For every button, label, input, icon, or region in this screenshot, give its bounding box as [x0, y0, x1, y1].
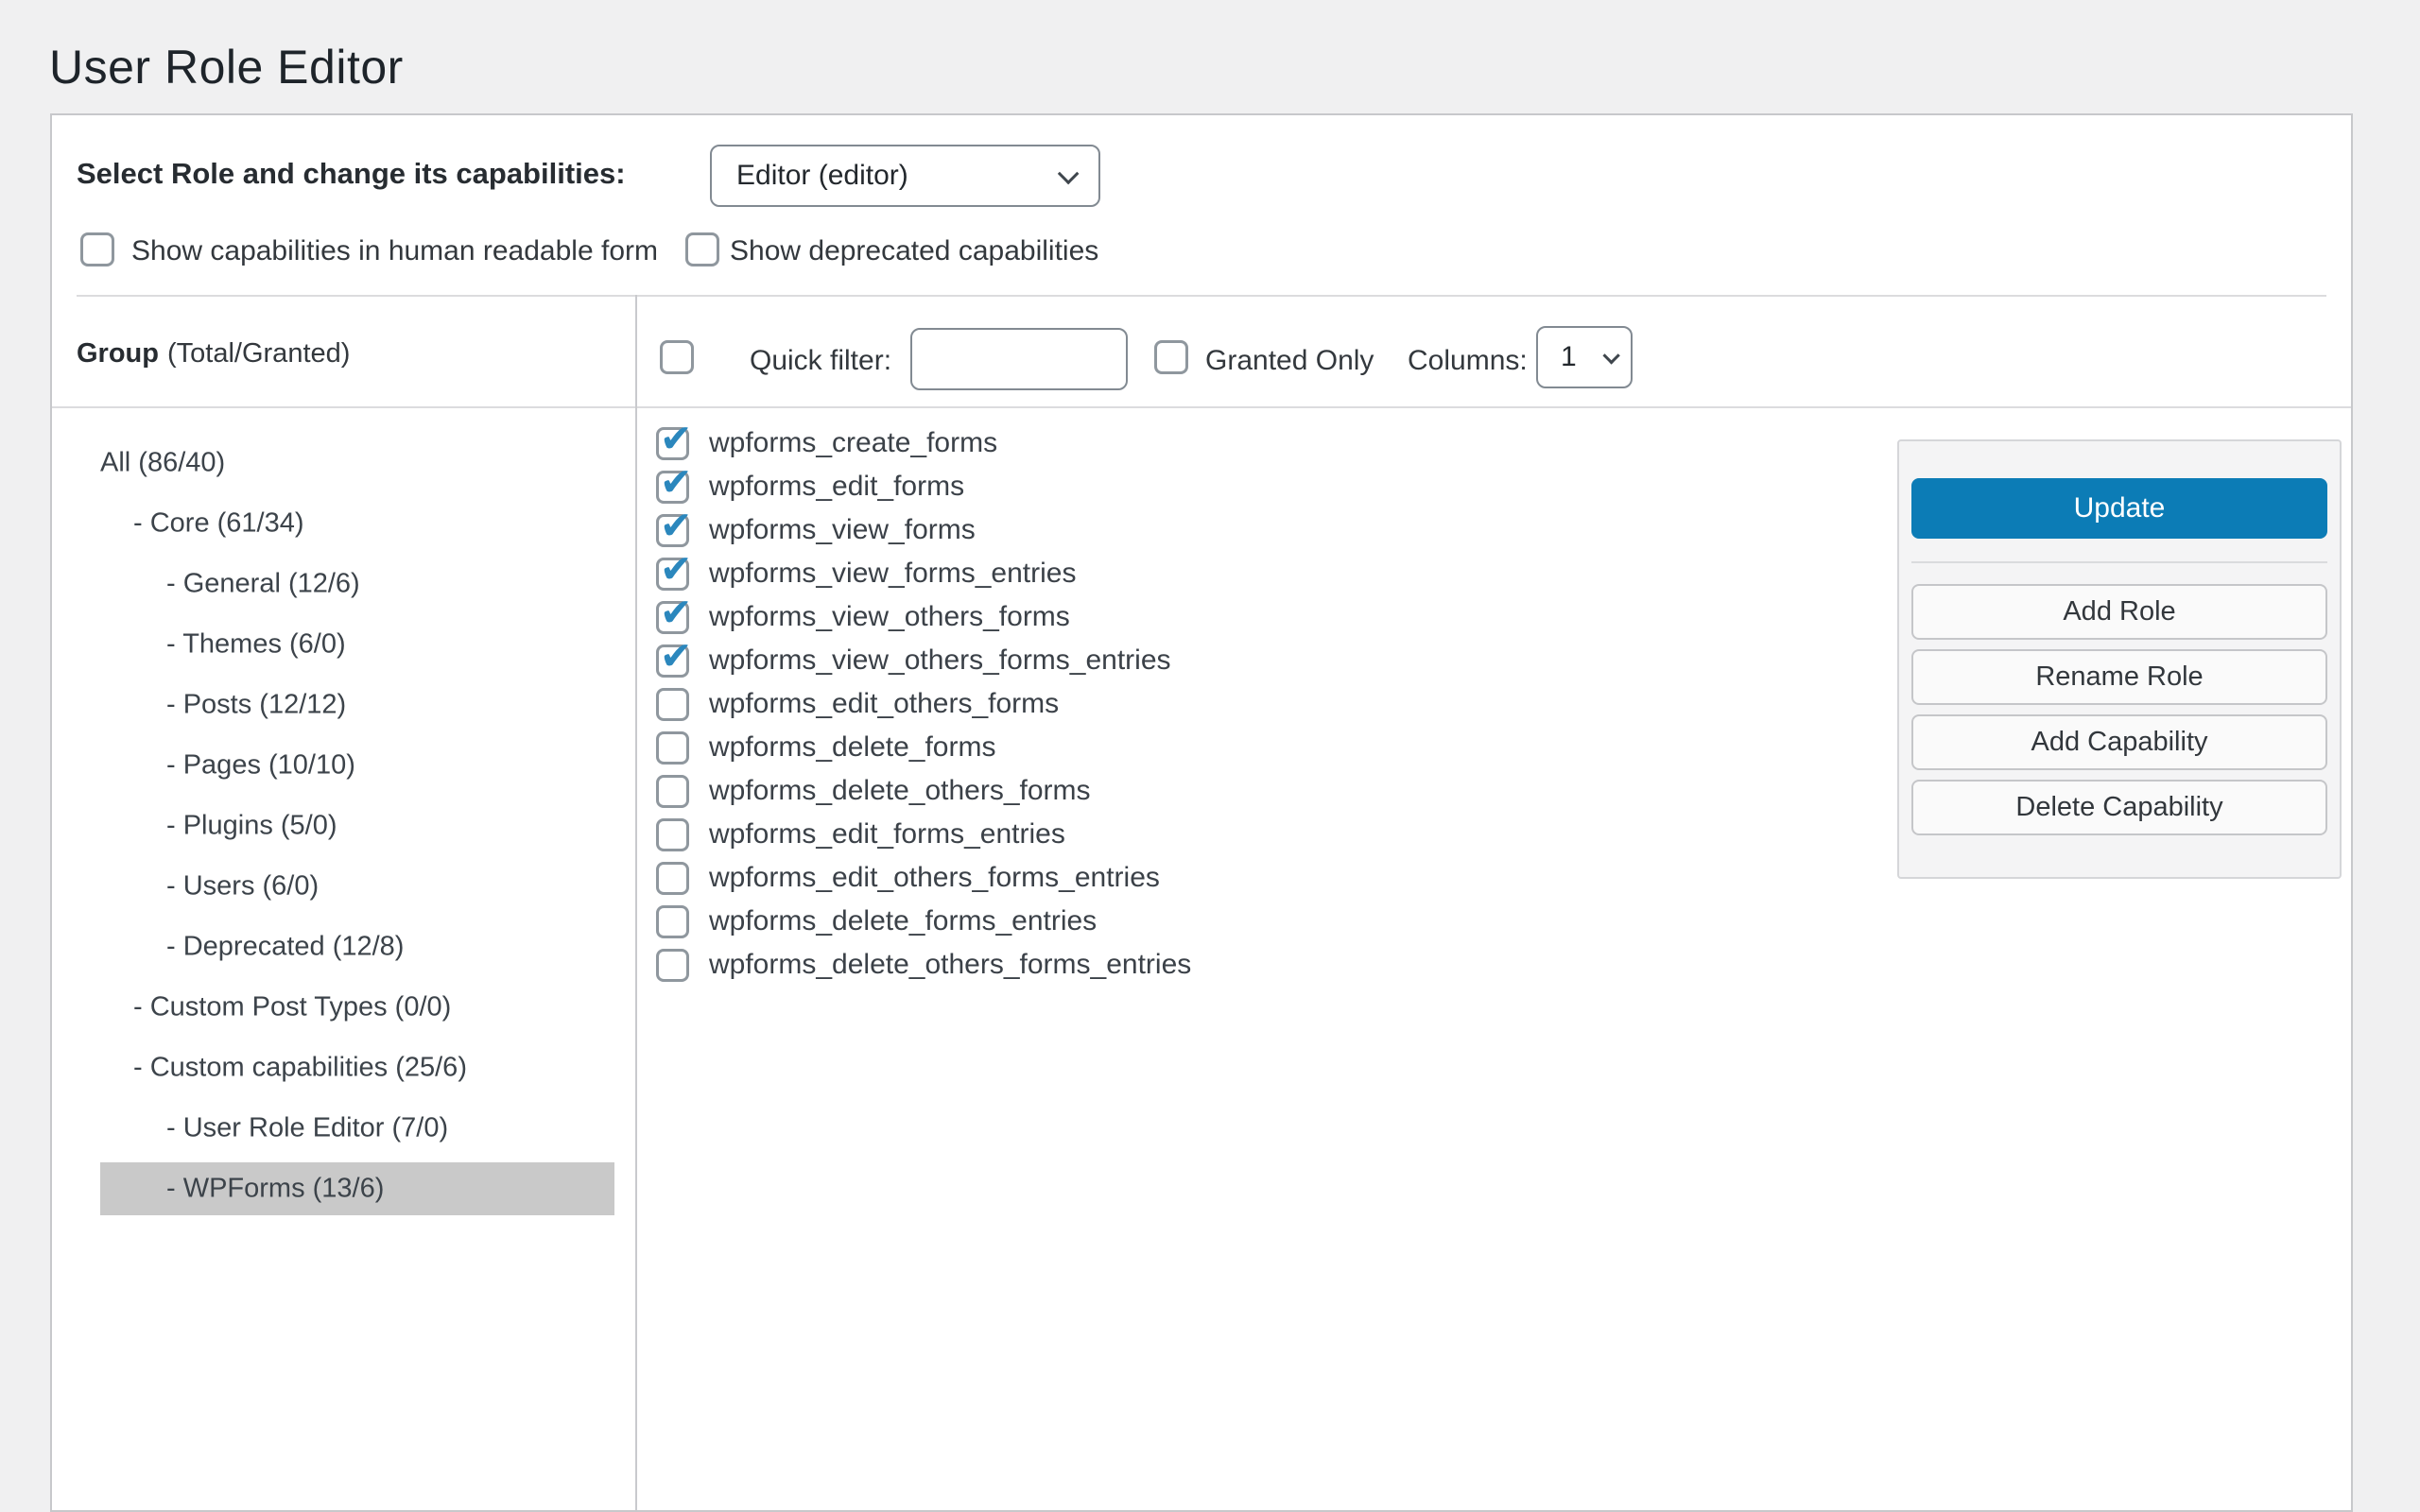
- capability-checkbox[interactable]: [656, 905, 689, 938]
- group-item-label: - Posts (12/12): [166, 690, 346, 721]
- capability-checkbox[interactable]: [656, 731, 689, 765]
- columns-select[interactable]: 1: [1536, 326, 1633, 388]
- page-title: User Role Editor: [49, 40, 404, 94]
- granted-only-checkbox[interactable]: [1154, 340, 1188, 374]
- capability-checkbox[interactable]: [656, 949, 689, 982]
- capability-row: wpforms_delete_others_forms_entries: [656, 943, 1191, 987]
- group-item-label: - Pages (10/10): [166, 750, 355, 782]
- capability-row: wpforms_view_forms: [656, 508, 1191, 552]
- capability-row: wpforms_delete_forms_entries: [656, 900, 1191, 943]
- group-item[interactable]: - Themes (6/0): [52, 614, 635, 675]
- group-item-label: - Plugins (5/0): [166, 811, 337, 842]
- capability-row: wpforms_delete_forms: [656, 726, 1191, 769]
- role-select[interactable]: Editor (editor): [710, 145, 1100, 207]
- quick-filter-label: Quick filter:: [750, 345, 891, 377]
- group-item-label: - Core (61/34): [133, 508, 304, 540]
- rename-role-button[interactable]: Rename Role: [1911, 649, 2327, 705]
- group-item-label: - Themes (6/0): [166, 629, 346, 661]
- columns-label: Columns:: [1408, 345, 1528, 377]
- capability-row: wpforms_view_forms_entries: [656, 552, 1191, 595]
- capability-row: wpforms_view_others_forms: [656, 595, 1191, 639]
- granted-only-label: Granted Only: [1205, 345, 1374, 377]
- capability-row: wpforms_create_forms: [656, 421, 1191, 465]
- capability-label: wpforms_edit_forms_entries: [709, 818, 1065, 850]
- capability-label: wpforms_edit_forms: [709, 471, 964, 503]
- capability-label: wpforms_view_others_forms_entries: [709, 644, 1171, 677]
- capability-label: wpforms_delete_forms_entries: [709, 905, 1097, 937]
- capability-label: wpforms_delete_others_forms: [709, 775, 1091, 807]
- group-header-bold: Group: [77, 338, 159, 369]
- human-readable-label: Show capabilities in human readable form: [131, 235, 658, 267]
- quick-filter-checkbox[interactable]: [660, 340, 694, 374]
- capability-checkbox[interactable]: [656, 601, 689, 634]
- capability-label: wpforms_delete_others_forms_entries: [709, 949, 1191, 981]
- filter-divider: [52, 406, 2351, 408]
- capability-row: wpforms_view_others_forms_entries: [656, 639, 1191, 682]
- capability-checkbox[interactable]: [656, 514, 689, 547]
- group-item[interactable]: - WPForms (13/6): [52, 1159, 635, 1219]
- group-item-label: - Users (6/0): [166, 871, 319, 902]
- show-deprecated-label: Show deprecated capabilities: [730, 235, 1098, 267]
- capability-checkbox[interactable]: [656, 775, 689, 808]
- add-capability-button[interactable]: Add Capability: [1911, 714, 2327, 770]
- group-item[interactable]: All (86/40): [52, 433, 635, 493]
- quick-filter-input[interactable]: [910, 328, 1128, 390]
- capability-row: wpforms_edit_forms_entries: [656, 813, 1191, 856]
- group-item[interactable]: - Plugins (5/0): [52, 796, 635, 856]
- group-item-label: - Deprecated (12/8): [166, 932, 404, 963]
- capability-row: wpforms_edit_forms: [656, 465, 1191, 508]
- group-item[interactable]: - Posts (12/12): [52, 675, 635, 735]
- human-readable-checkbox[interactable]: [80, 232, 114, 266]
- capability-row: wpforms_delete_others_forms: [656, 769, 1191, 813]
- delete-capability-button[interactable]: Delete Capability: [1911, 780, 2327, 835]
- group-item-label: - User Role Editor (7/0): [166, 1113, 448, 1144]
- capability-label: wpforms_view_others_forms: [709, 601, 1070, 633]
- capability-checkbox[interactable]: [656, 818, 689, 851]
- capability-label: wpforms_edit_others_forms: [709, 688, 1059, 720]
- group-item-label: All (86/40): [100, 448, 225, 479]
- group-item[interactable]: - Deprecated (12/8): [52, 917, 635, 977]
- capability-checkbox[interactable]: [656, 558, 689, 591]
- capability-label: wpforms_edit_others_forms_entries: [709, 862, 1160, 894]
- capability-label: wpforms_view_forms: [709, 514, 976, 546]
- group-item[interactable]: - General (12/6): [52, 554, 635, 614]
- group-tree: All (86/40) - Core (61/34) - General (12/6…: [52, 433, 635, 1219]
- capability-label: wpforms_delete_forms: [709, 731, 995, 764]
- group-item[interactable]: - Pages (10/10): [52, 735, 635, 796]
- group-header: Group (Total/Granted): [77, 338, 350, 369]
- group-item[interactable]: - Custom capabilities (25/6): [52, 1038, 635, 1098]
- capability-checkbox[interactable]: [656, 471, 689, 504]
- group-item[interactable]: - Core (61/34): [52, 493, 635, 554]
- capability-checkbox[interactable]: [656, 644, 689, 678]
- chevron-down-icon: [1602, 347, 1619, 364]
- role-select-value: Editor (editor): [736, 160, 908, 192]
- capability-checkbox[interactable]: [656, 427, 689, 460]
- user-role-editor-panel: Select Role and change its capabilities:…: [50, 113, 2353, 1512]
- group-header-rest: (Total/Granted): [167, 338, 350, 369]
- top-divider: [77, 295, 2326, 297]
- add-role-button[interactable]: Add Role: [1911, 584, 2327, 640]
- actions-panel: Update Add Role Rename Role Add Capabili…: [1897, 439, 2342, 879]
- chevron-down-icon: [1058, 163, 1080, 185]
- capabilities-list: wpforms_create_forms wpforms_edit_formswp…: [656, 421, 1191, 987]
- update-button[interactable]: Update: [1911, 478, 2327, 539]
- select-role-label: Select Role and change its capabilities:: [77, 157, 626, 191]
- show-deprecated-checkbox[interactable]: [685, 232, 719, 266]
- capability-row: wpforms_edit_others_forms_entries: [656, 856, 1191, 900]
- columns-select-value: 1: [1561, 341, 1577, 373]
- capability-checkbox[interactable]: [656, 862, 689, 895]
- group-item[interactable]: - Custom Post Types (0/0): [52, 977, 635, 1038]
- group-item[interactable]: - User Role Editor (7/0): [52, 1098, 635, 1159]
- actions-divider: [1911, 561, 2327, 563]
- group-item-label: - Custom Post Types (0/0): [133, 992, 451, 1023]
- group-item[interactable]: - Users (6/0): [52, 856, 635, 917]
- capability-label: wpforms_view_forms_entries: [709, 558, 1076, 590]
- capability-checkbox[interactable]: [656, 688, 689, 721]
- capability-row: wpforms_edit_others_forms: [656, 682, 1191, 726]
- column-divider: [635, 295, 637, 1510]
- group-item-label: - WPForms (13/6): [166, 1174, 384, 1205]
- group-item-label: - Custom capabilities (25/6): [133, 1053, 467, 1084]
- capability-label: wpforms_create_forms: [709, 427, 997, 459]
- group-item-label: - General (12/6): [166, 569, 360, 600]
